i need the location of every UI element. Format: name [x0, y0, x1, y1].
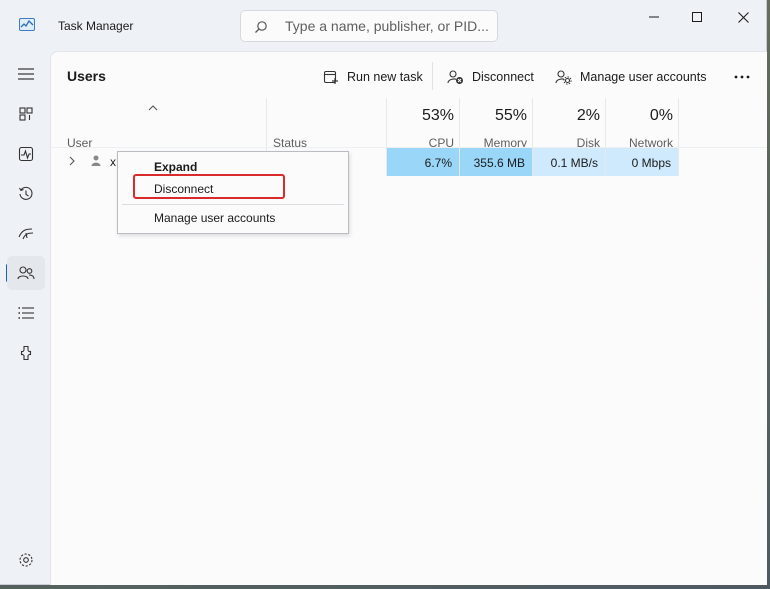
maximize-icon: [692, 12, 702, 22]
performance-icon: [18, 146, 34, 162]
context-menu: Expand Disconnect Manage user accounts: [117, 151, 349, 234]
minimize-icon: [649, 16, 659, 18]
memory-cell: 355.6 MB: [460, 148, 532, 176]
cpu-cell: 6.7%: [387, 148, 459, 176]
close-button[interactable]: [720, 0, 766, 34]
menu-separator: [122, 204, 344, 205]
disconnect-button[interactable]: Disconnect: [447, 64, 534, 90]
manage-user-accounts-button[interactable]: Manage user accounts: [555, 64, 706, 90]
run-new-task-button[interactable]: Run new task: [323, 64, 423, 90]
menu-item-expand[interactable]: Expand: [154, 160, 197, 174]
search-icon: [255, 21, 267, 33]
nav-menu-button[interactable]: [7, 57, 45, 91]
toolbar-divider: [432, 62, 433, 90]
page-title: Users: [67, 68, 106, 84]
users-panel: Users Run new task Disconnect Manage use…: [50, 51, 767, 585]
network-cell: 0 Mbps: [606, 148, 678, 176]
nav-processes[interactable]: [7, 97, 45, 131]
user-icon: [91, 155, 101, 166]
nav-details[interactable]: [7, 296, 45, 330]
nav-users[interactable]: [7, 256, 45, 290]
disk-percent[interactable]: 2%: [533, 107, 600, 125]
run-new-task-label: Run new task: [347, 70, 423, 84]
app-history-icon: [19, 186, 33, 200]
hamburger-icon: [18, 68, 34, 80]
memory-percent[interactable]: 55%: [460, 107, 527, 125]
nav-startup-apps[interactable]: [7, 217, 45, 251]
nav-settings[interactable]: [7, 543, 45, 577]
task-manager-window: Task Manager Type a name, publisher, or …: [0, 0, 767, 585]
chevron-right-icon[interactable]: [69, 156, 75, 166]
disk-cell: 0.1 MB/s: [533, 148, 605, 176]
sort-up-icon[interactable]: [148, 105, 158, 111]
highlight-box: [133, 174, 285, 199]
user-name: x: [110, 155, 116, 169]
app-icon: [19, 18, 35, 31]
network-percent[interactable]: 0%: [606, 107, 673, 125]
search-input[interactable]: [285, 16, 490, 36]
more-options-button[interactable]: [729, 66, 755, 88]
app-title: Task Manager: [58, 19, 134, 33]
nav-services[interactable]: [7, 336, 45, 370]
cpu-percent[interactable]: 53%: [387, 107, 454, 125]
maximize-button[interactable]: [674, 0, 720, 34]
minimize-button[interactable]: [631, 0, 677, 34]
settings-icon: [19, 553, 33, 567]
run-task-icon: [323, 70, 338, 84]
menu-item-manage-user-accounts[interactable]: Manage user accounts: [154, 211, 275, 225]
manage-accounts-icon: [555, 70, 572, 85]
title-bar: Task Manager: [0, 0, 767, 50]
nav-app-history[interactable]: [7, 177, 45, 211]
nav-performance[interactable]: [7, 137, 45, 171]
disconnect-icon: [447, 70, 463, 84]
manage-user-accounts-label: Manage user accounts: [580, 70, 707, 84]
users-icon: [17, 266, 35, 280]
details-icon: [18, 307, 34, 319]
processes-icon: [19, 107, 33, 121]
startup-apps-icon: [18, 228, 34, 240]
more-icon: [734, 75, 750, 79]
search-box[interactable]: [240, 10, 498, 42]
disconnect-label: Disconnect: [472, 70, 534, 84]
services-icon: [20, 345, 32, 361]
close-icon: [737, 11, 749, 23]
